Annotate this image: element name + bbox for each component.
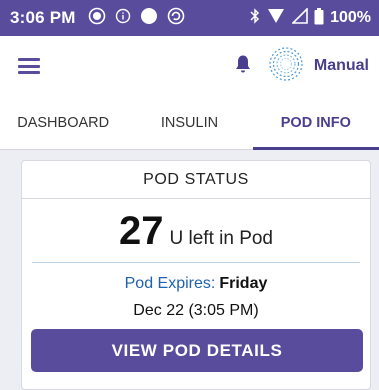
divider [32, 262, 360, 263]
bell-icon[interactable] [234, 54, 252, 79]
tab-insulin[interactable]: INSULIN [126, 96, 252, 149]
signal-icon [291, 7, 308, 28]
units-row: 27 U left in Pod [22, 209, 370, 254]
tab-bar: DASHBOARD INSULIN POD INFO [0, 96, 379, 150]
pod-expires-day: Friday [219, 275, 268, 292]
tab-dashboard[interactable]: DASHBOARD [0, 96, 126, 149]
circle-icon [140, 7, 158, 30]
record-icon [88, 7, 106, 30]
pod-status-icon[interactable] [268, 46, 304, 87]
units-left-value: 27 [119, 209, 164, 253]
view-pod-details-button[interactable]: VIEW POD DETAILS [31, 329, 363, 372]
sync-icon [167, 7, 185, 30]
pod-expires-label: Pod Expires: [124, 275, 216, 292]
pod-expires-row: Pod Expires: Friday [22, 275, 370, 293]
status-bar: 3:06 PM 100% [0, 0, 379, 36]
card-title: POD STATUS [22, 161, 370, 199]
pod-status-card: POD STATUS 27 U left in Pod Pod Expires:… [21, 160, 371, 390]
mode-label[interactable]: Manual [314, 57, 369, 75]
status-left-icons [88, 7, 185, 30]
status-right: 100% [250, 7, 371, 29]
hamburger-icon[interactable] [18, 58, 40, 74]
bluetooth-icon [250, 8, 260, 28]
wifi-icon [266, 8, 286, 28]
battery-icon [314, 7, 324, 29]
info-icon [115, 8, 131, 29]
app-header: Manual [0, 36, 379, 96]
units-left-label: U left in Pod [169, 228, 274, 249]
status-time: 3:06 PM [10, 8, 76, 27]
pod-expires-date: Dec 22 (3:05 PM) [133, 302, 259, 319]
app-header-actions: Manual [234, 46, 369, 87]
tab-pod-info[interactable]: POD INFO [252, 96, 379, 150]
battery-percent: 100% [330, 9, 371, 26]
